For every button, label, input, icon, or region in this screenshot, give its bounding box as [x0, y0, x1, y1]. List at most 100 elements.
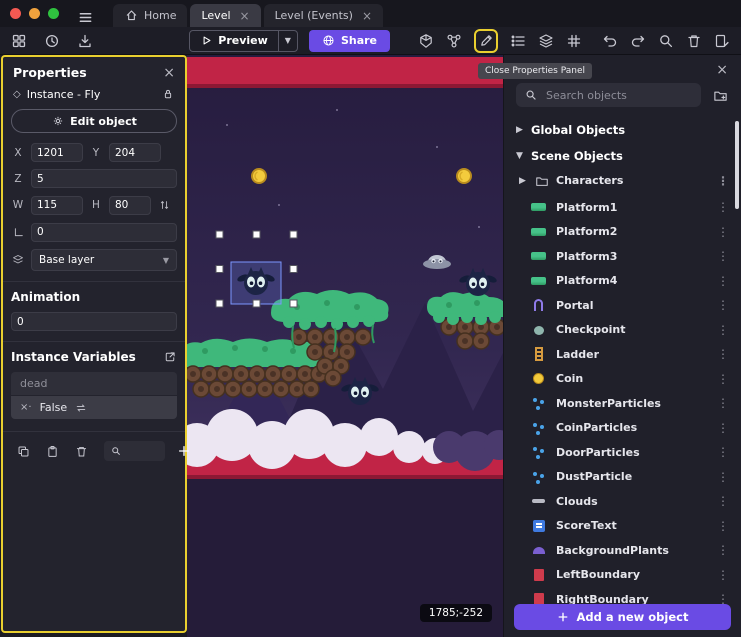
menu-icon[interactable]	[75, 7, 95, 27]
tab-level[interactable]: Level ×	[190, 4, 260, 27]
instances-editor-icon[interactable]	[416, 31, 436, 51]
add-new-object-button[interactable]: Add a new object	[514, 604, 731, 630]
item-menu-icon[interactable]: ⋮	[717, 274, 729, 288]
item-menu-icon[interactable]: ⋮	[717, 372, 729, 386]
variables-search-input[interactable]	[125, 444, 159, 458]
instances-list-icon[interactable]	[508, 31, 528, 51]
x-input[interactable]	[31, 143, 83, 162]
object-groups-icon[interactable]	[444, 31, 464, 51]
boolean-type-icon: ×·	[20, 402, 32, 413]
toggle-boolean-icon[interactable]	[75, 402, 87, 414]
scene-graphics	[187, 55, 503, 637]
object-item-clouds[interactable]: Clouds⋮	[504, 489, 741, 514]
item-menu-icon[interactable]: ⋮	[717, 396, 729, 410]
object-item-scoretext[interactable]: ScoreText⋮	[504, 514, 741, 539]
edit-events-icon[interactable]	[712, 31, 732, 51]
angle-input[interactable]	[31, 223, 177, 242]
save-icon[interactable]	[75, 31, 95, 51]
coin-sprite[interactable]	[252, 169, 266, 183]
object-item-checkpoint[interactable]: Checkpoint⋮	[504, 318, 741, 343]
item-menu-icon[interactable]: ⋮	[717, 225, 729, 239]
height-input[interactable]	[109, 196, 151, 215]
layer-select[interactable]: Base layer ▼	[31, 249, 177, 271]
fullscreen-window-button[interactable]	[48, 8, 59, 19]
open-variables-editor-icon[interactable]	[163, 350, 177, 364]
close-tab-icon[interactable]: ×	[362, 10, 372, 22]
variable-name-row[interactable]: dead	[11, 372, 177, 396]
add-variable-button[interactable]	[174, 441, 194, 461]
history-icon[interactable]	[42, 31, 62, 51]
object-item-coinparticles[interactable]: CoinParticles⋮	[504, 416, 741, 441]
particles-icon	[531, 421, 547, 435]
layers-icon[interactable]	[536, 31, 556, 51]
variables-search-box[interactable]	[104, 441, 165, 461]
object-item-leftboundary[interactable]: LeftBoundary⋮	[504, 563, 741, 588]
y-input[interactable]	[109, 143, 161, 162]
object-item-coin[interactable]: Coin⋮	[504, 367, 741, 392]
coin-sprite[interactable]	[457, 169, 471, 183]
object-item-ladder[interactable]: Ladder⋮	[504, 342, 741, 367]
item-menu-icon[interactable]: ⋮	[717, 298, 729, 312]
object-item-platform2[interactable]: Platform2⋮	[504, 220, 741, 245]
lock-icon[interactable]	[161, 87, 175, 101]
search-objects-box[interactable]	[516, 83, 701, 107]
animation-input[interactable]	[11, 312, 177, 331]
object-item-platform3[interactable]: Platform3⋮	[504, 244, 741, 269]
close-tab-icon[interactable]: ×	[240, 10, 250, 22]
item-menu-icon[interactable]: ⋮	[717, 445, 729, 459]
group-global-objects[interactable]: ▶ Global Objects	[504, 117, 741, 143]
close-window-button[interactable]	[10, 8, 21, 19]
scrollbar[interactable]	[735, 121, 739, 209]
folder-characters[interactable]: ▶ Characters ⋮	[504, 169, 741, 192]
minimize-window-button[interactable]	[29, 8, 40, 19]
layout-grid-icon[interactable]	[9, 31, 29, 51]
search-icon	[110, 446, 121, 457]
objects-list: Platform1⋮Platform2⋮Platform3⋮Platform4⋮…	[504, 195, 741, 637]
platform-long[interactable]	[187, 339, 327, 398]
preview-button[interactable]: Preview ▼	[189, 30, 298, 52]
item-menu-icon[interactable]: ⋮	[717, 519, 729, 533]
width-input[interactable]	[31, 196, 83, 215]
zoom-icon[interactable]	[656, 31, 676, 51]
item-menu-icon[interactable]: ⋮	[717, 543, 729, 557]
z-input[interactable]	[31, 169, 177, 188]
preview-dropdown-icon[interactable]: ▼	[278, 31, 297, 51]
close-objects-panel-icon[interactable]: ×	[716, 63, 728, 77]
redo-icon[interactable]	[628, 31, 648, 51]
undo-icon[interactable]	[600, 31, 620, 51]
edit-object-button[interactable]: Edit object	[11, 109, 177, 133]
h-label: H	[89, 199, 103, 211]
object-item-monsterparticles[interactable]: MonsterParticles⋮	[504, 391, 741, 416]
add-folder-icon[interactable]	[710, 85, 730, 105]
variable-value-row[interactable]: ×· False	[11, 396, 177, 419]
item-menu-icon[interactable]: ⋮	[717, 323, 729, 337]
item-menu-icon[interactable]: ⋮	[717, 249, 729, 263]
search-objects-input[interactable]	[544, 88, 693, 103]
item-menu-icon[interactable]: ⋮	[717, 174, 729, 188]
object-item-dustparticle[interactable]: DustParticle⋮	[504, 465, 741, 490]
object-item-platform1[interactable]: Platform1⋮	[504, 195, 741, 220]
copy-icon[interactable]	[13, 441, 33, 461]
trash-icon[interactable]	[71, 441, 91, 461]
paste-icon[interactable]	[42, 441, 62, 461]
item-menu-icon[interactable]: ⋮	[717, 568, 729, 582]
close-properties-icon[interactable]: ×	[163, 66, 175, 80]
item-menu-icon[interactable]: ⋮	[717, 470, 729, 484]
item-menu-icon[interactable]: ⋮	[717, 347, 729, 361]
scene-canvas[interactable]: 1785;-252	[187, 55, 503, 637]
item-menu-icon[interactable]: ⋮	[717, 494, 729, 508]
item-menu-icon[interactable]: ⋮	[717, 200, 729, 214]
object-item-backgroundplants[interactable]: BackgroundPlants⋮	[504, 538, 741, 563]
item-menu-icon[interactable]: ⋮	[717, 421, 729, 435]
aspect-lock-icon[interactable]	[157, 195, 171, 215]
tab-home[interactable]: Home	[113, 4, 187, 27]
grid-icon[interactable]	[564, 31, 584, 51]
delete-icon[interactable]	[684, 31, 704, 51]
object-item-doorparticles[interactable]: DoorParticles⋮	[504, 440, 741, 465]
tab-level-events[interactable]: Level (Events) ×	[264, 4, 383, 27]
edit-properties-icon[interactable]	[478, 33, 494, 49]
share-button[interactable]: Share	[309, 30, 390, 52]
group-scene-objects[interactable]: ▼ Scene Objects	[504, 143, 741, 169]
object-item-platform4[interactable]: Platform4⋮	[504, 269, 741, 294]
object-item-portal[interactable]: Portal⋮	[504, 293, 741, 318]
